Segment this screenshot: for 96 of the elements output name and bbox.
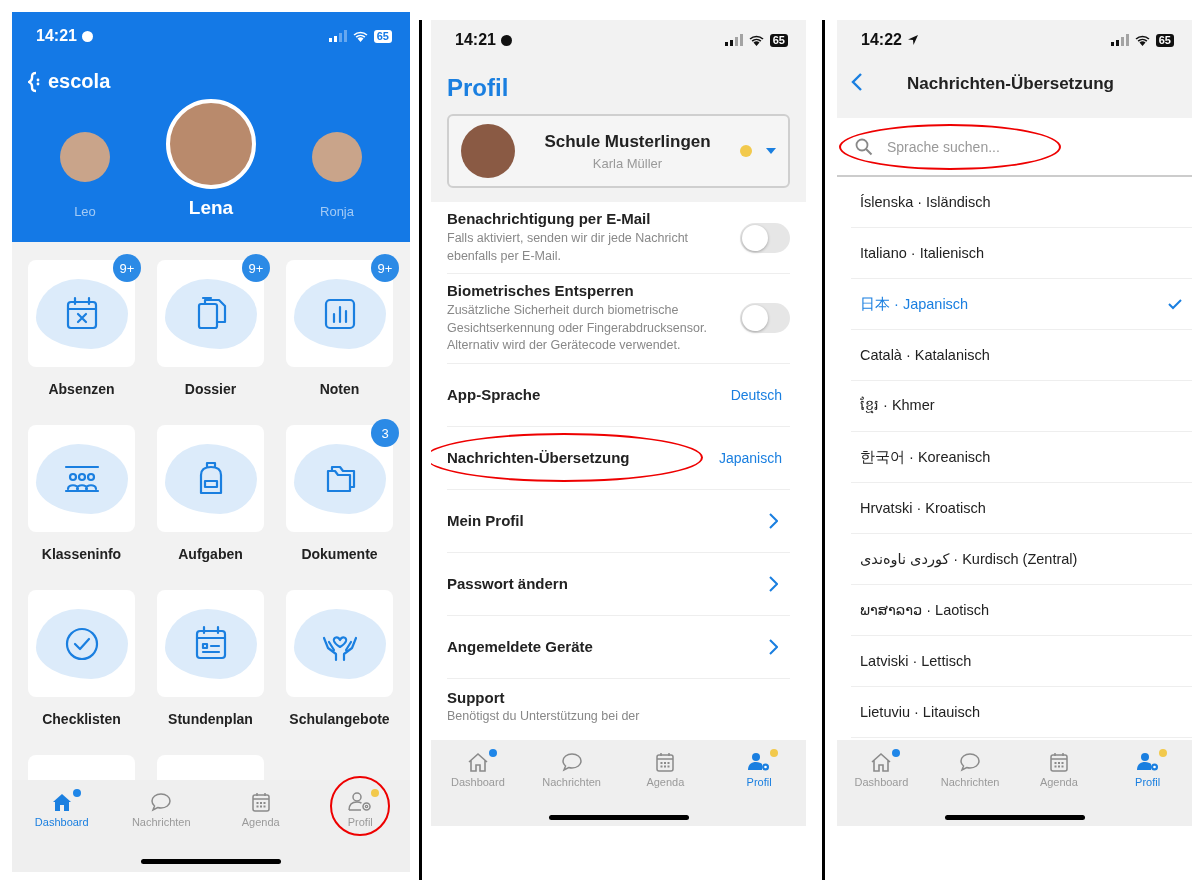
school-selector[interactable]: Schule Musterlingen Karla Müller bbox=[447, 114, 790, 188]
chevron-right-icon bbox=[768, 638, 778, 655]
chat-bubble-icon bbox=[958, 750, 983, 774]
child-selector[interactable]: Lena bbox=[166, 99, 256, 219]
tile-label: Noten bbox=[319, 381, 360, 397]
battery-indicator: 65 bbox=[373, 29, 392, 43]
language-item[interactable]: Íslenska · Isländisch bbox=[851, 177, 1192, 228]
language-item[interactable]: ພາສາລາວ · Laotisch bbox=[851, 585, 1192, 636]
tile-label: Schulangebote bbox=[289, 711, 390, 727]
setting-description: Falls aktiviert, senden wir dir jede Nachricht ebenfalls per E-Mail. bbox=[447, 230, 690, 265]
tile-label: Stundenplan bbox=[168, 711, 253, 727]
count-badge: 9+ bbox=[113, 254, 141, 282]
page-title: Nachrichten-Übersetzung bbox=[906, 73, 1115, 94]
tab-item[interactable]: Dashboard bbox=[842, 748, 921, 788]
tile-label: Aufgaben bbox=[178, 546, 243, 562]
language-item[interactable]: ខ្មែរ · Khmer bbox=[851, 381, 1192, 432]
setting-label: Nachrichten-Übersetzung bbox=[447, 449, 631, 466]
status-time: 14:22 bbox=[861, 31, 902, 49]
checkmark-icon bbox=[1168, 298, 1182, 310]
tile-label: Dokumente bbox=[301, 546, 378, 562]
tab-item[interactable]: Profil bbox=[734, 748, 784, 788]
menu-item[interactable]: Angemeldete Geräte bbox=[447, 638, 758, 655]
feature-tile[interactable] bbox=[286, 260, 393, 367]
avatar-placeholder bbox=[60, 132, 110, 182]
chevron-right-icon bbox=[768, 575, 778, 592]
count-badge: 9+ bbox=[371, 254, 399, 282]
app-logo-text: escola bbox=[48, 70, 111, 93]
status-time: 14:21 bbox=[455, 31, 496, 49]
feature-tile[interactable] bbox=[28, 260, 135, 367]
feature-tile[interactable] bbox=[28, 590, 135, 697]
child-selector[interactable]: Ronja bbox=[312, 132, 362, 219]
menu-item[interactable]: Passwort ändern bbox=[447, 575, 758, 592]
toggle-switch[interactable] bbox=[740, 222, 790, 253]
setting-description: Benötigst du Unterstützung bei der bbox=[447, 707, 640, 725]
feature-tile[interactable] bbox=[286, 590, 393, 697]
person-gear-icon bbox=[348, 790, 373, 814]
setting-title: Benachrichtigung per E-Mail bbox=[447, 210, 652, 227]
chevron-right-icon bbox=[768, 512, 778, 529]
language-item[interactable]: Italiano · Italienisch bbox=[851, 228, 1192, 279]
brace-logo-icon bbox=[28, 70, 42, 93]
tile-label: Absenzen bbox=[48, 381, 115, 397]
language-item[interactable]: 한국어 · Koreanisch bbox=[851, 432, 1192, 483]
setting-title: Support bbox=[447, 688, 505, 706]
count-badge: 9+ bbox=[242, 254, 270, 282]
school-name: Schule Musterlingen bbox=[543, 131, 712, 152]
feature-tile[interactable] bbox=[157, 260, 264, 367]
language-item[interactable]: Català · Katalanisch bbox=[851, 330, 1192, 381]
tab-item[interactable]: Profil bbox=[335, 788, 385, 828]
feature-tile[interactable] bbox=[157, 590, 264, 697]
setting-label: App-Sprache bbox=[447, 386, 542, 403]
user-name: Karla Müller bbox=[591, 155, 664, 171]
signal-icon bbox=[1110, 34, 1129, 46]
setting-value-link[interactable]: Deutsch bbox=[730, 386, 790, 403]
tab-item[interactable]: Nachrichten bbox=[530, 748, 613, 788]
page-title: Profil bbox=[446, 73, 510, 103]
battery-indicator: 65 bbox=[1155, 33, 1174, 47]
toggle-switch[interactable] bbox=[740, 303, 790, 334]
tab-item[interactable]: Nachrichten bbox=[119, 788, 203, 828]
language-item[interactable]: کوردی ناوەندی · Kurdisch (Zentral) bbox=[851, 534, 1192, 585]
signal-icon bbox=[328, 30, 347, 42]
tab-item[interactable]: Agenda bbox=[1027, 748, 1090, 788]
setting-description: Zusätzliche Sicherheit durch biometrische Gesichtserkennung oder Fingerabdrucksensor. Alternativ wird der Gerätecode verwendet. bbox=[447, 302, 708, 354]
count-badge: 3 bbox=[371, 419, 399, 447]
tab-item[interactable]: Profil bbox=[1123, 748, 1173, 788]
tab-item[interactable]: Agenda bbox=[634, 748, 697, 788]
tab-item[interactable]: Agenda bbox=[229, 788, 292, 828]
search-field[interactable]: Sprache suchen... bbox=[885, 137, 1039, 156]
battery-indicator: 65 bbox=[769, 33, 788, 47]
language-item[interactable]: Latviski · Lettisch bbox=[851, 636, 1192, 687]
tab-item[interactable]: Dashboard bbox=[22, 788, 101, 828]
language-item[interactable]: Lietuviu · Litauisch bbox=[851, 687, 1192, 738]
signal-icon bbox=[724, 34, 743, 46]
status-time: 14:21 bbox=[36, 27, 77, 45]
feature-tile[interactable] bbox=[28, 425, 135, 532]
language-item[interactable]: Hrvatski · Kroatisch bbox=[851, 483, 1192, 534]
tile-label: Checklisten bbox=[42, 711, 121, 727]
chat-bubble-icon bbox=[149, 790, 174, 814]
setting-title: Biometrisches Entsperren bbox=[447, 282, 635, 299]
avatar-placeholder bbox=[312, 132, 362, 182]
child-selector[interactable]: Leo bbox=[60, 132, 110, 219]
feature-tile[interactable] bbox=[157, 425, 264, 532]
search-icon bbox=[855, 137, 873, 156]
menu-item[interactable]: Mein Profil bbox=[447, 512, 758, 529]
wifi-icon bbox=[747, 34, 765, 46]
language-item[interactable]: 日本 · Japanisch bbox=[851, 279, 1192, 330]
tile-label: Dossier bbox=[184, 381, 237, 397]
wifi-icon bbox=[351, 30, 369, 42]
setting-value-link[interactable]: Japanisch bbox=[718, 449, 790, 466]
avatar-placeholder bbox=[461, 124, 515, 178]
caret-down-icon bbox=[766, 148, 776, 154]
tab-item[interactable]: Dashboard bbox=[438, 748, 517, 788]
wifi-icon bbox=[1133, 34, 1151, 46]
feature-tile[interactable] bbox=[286, 425, 393, 532]
chat-bubble-icon bbox=[559, 750, 584, 774]
tab-item[interactable]: Nachrichten bbox=[928, 748, 1012, 788]
tile-label: Klasseninfo bbox=[41, 546, 122, 562]
